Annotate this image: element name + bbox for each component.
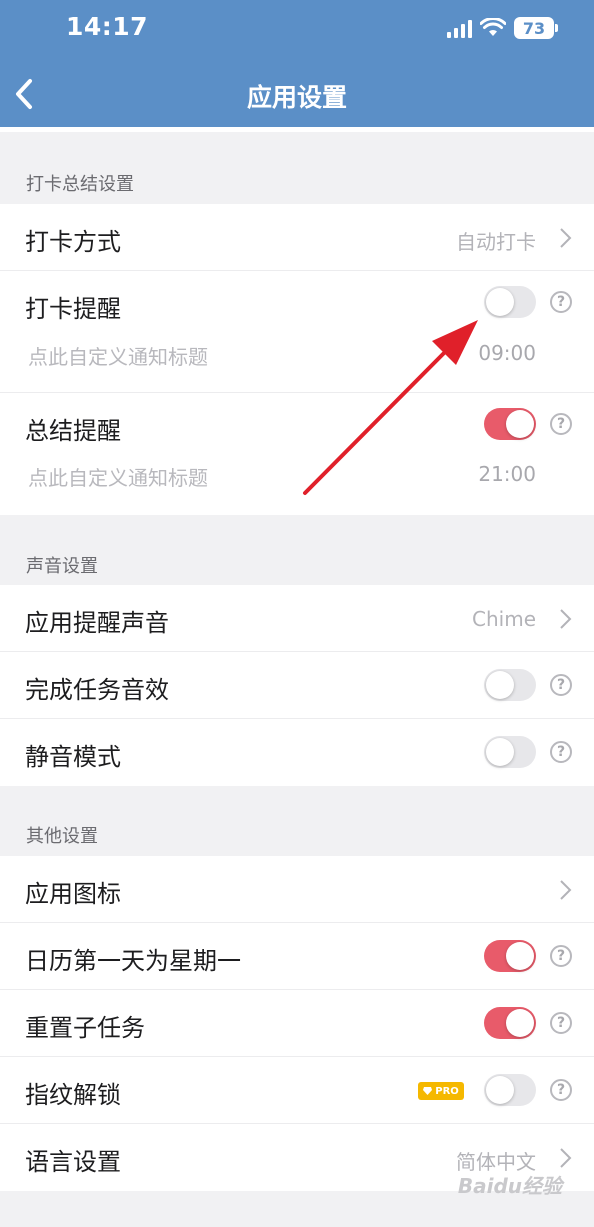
- toggle-knob: [506, 1009, 534, 1037]
- help-icon[interactable]: ?: [550, 1012, 572, 1034]
- row-fingerprint: 指纹解锁 PRO ?: [0, 1057, 594, 1124]
- row-mute-mode: 静音模式 ?: [0, 719, 594, 786]
- row-reset-subtasks: 重置子任务 ?: [0, 990, 594, 1057]
- row-label: 指纹解锁: [25, 1081, 121, 1109]
- row-value: Chime: [472, 607, 536, 631]
- battery-indicator: 73: [514, 17, 558, 39]
- row-summary-reminder: 总结提醒 ? 点此自定义通知标题 21:00: [0, 393, 594, 515]
- custom-title-link[interactable]: 点此自定义通知标题: [28, 462, 208, 491]
- fingerprint-toggle[interactable]: [484, 1074, 536, 1106]
- checkin-reminder-toggle[interactable]: [484, 286, 536, 318]
- row-label: 完成任务音效: [25, 676, 169, 704]
- row-label: 打卡方式: [25, 228, 121, 256]
- header-divider: [0, 127, 594, 132]
- row-label: 打卡提醒: [25, 295, 121, 323]
- row-monday-first: 日历第一天为星期一 ?: [0, 923, 594, 990]
- page-title: 应用设置: [246, 83, 347, 112]
- reminder-time[interactable]: 09:00: [478, 341, 536, 365]
- row-checkin-reminder: 打卡提醒 ? 点此自定义通知标题 09:00: [0, 271, 594, 393]
- section-title-sound: 声音设置: [26, 556, 98, 577]
- help-icon[interactable]: ?: [550, 1079, 572, 1101]
- status-time: 14:17: [66, 12, 149, 41]
- toggle-knob: [506, 942, 534, 970]
- pro-badge: PRO: [418, 1082, 464, 1100]
- row-app-icon[interactable]: 应用图标: [0, 856, 594, 923]
- chevron-right-icon: [560, 1148, 572, 1168]
- watermark: Baidu经验: [457, 1174, 562, 1198]
- section-title-checkin: 打卡总结设置: [26, 174, 134, 195]
- row-label: 重置子任务: [25, 1014, 145, 1042]
- group-checkin: 打卡方式 自动打卡 打卡提醒 ? 点此自定义通知标题 09:00 总结提醒 ? …: [0, 204, 594, 515]
- task-sound-toggle[interactable]: [484, 669, 536, 701]
- custom-title-link[interactable]: 点此自定义通知标题: [28, 341, 208, 370]
- row-reminder-sound[interactable]: 应用提醒声音 Chime: [0, 585, 594, 652]
- monday-first-toggle[interactable]: [484, 940, 536, 972]
- status-icons: 73: [447, 14, 558, 42]
- row-label: 总结提醒: [25, 417, 121, 445]
- wifi-icon: [480, 18, 506, 36]
- help-icon[interactable]: ?: [550, 413, 572, 435]
- row-checkin-method[interactable]: 打卡方式 自动打卡: [0, 204, 594, 271]
- pro-badge-text: PRO: [435, 1085, 459, 1097]
- section-title-other: 其他设置: [26, 826, 98, 847]
- nav-header: 14:17 73 应用设置: [0, 0, 594, 127]
- help-icon[interactable]: ?: [550, 291, 572, 313]
- diamond-icon: [423, 1087, 433, 1095]
- toggle-knob: [486, 738, 514, 766]
- row-task-sound: 完成任务音效 ?: [0, 652, 594, 719]
- reminder-time[interactable]: 21:00: [478, 462, 536, 486]
- toggle-knob: [486, 288, 514, 316]
- chevron-right-icon: [560, 880, 572, 900]
- cellular-signal-icon: [447, 18, 472, 38]
- help-icon[interactable]: ?: [550, 674, 572, 696]
- row-label: 静音模式: [25, 743, 121, 771]
- mute-mode-toggle[interactable]: [484, 736, 536, 768]
- row-value: 自动打卡: [456, 230, 536, 254]
- row-label: 应用图标: [25, 880, 121, 908]
- help-icon[interactable]: ?: [550, 741, 572, 763]
- toggle-knob: [486, 1076, 514, 1104]
- group-other: 应用图标 日历第一天为星期一 ? 重置子任务 ? 指纹解锁 PRO ? 语言设置…: [0, 856, 594, 1191]
- row-label: 语言设置: [25, 1148, 121, 1176]
- toggle-knob: [486, 671, 514, 699]
- chevron-right-icon: [560, 228, 572, 248]
- row-label: 应用提醒声音: [25, 609, 169, 637]
- chevron-right-icon: [560, 609, 572, 629]
- row-label: 日历第一天为星期一: [25, 947, 241, 975]
- summary-reminder-toggle[interactable]: [484, 408, 536, 440]
- help-icon[interactable]: ?: [550, 945, 572, 967]
- group-sound: 应用提醒声音 Chime 完成任务音效 ? 静音模式 ?: [0, 585, 594, 786]
- toggle-knob: [506, 410, 534, 438]
- reset-subtasks-toggle[interactable]: [484, 1007, 536, 1039]
